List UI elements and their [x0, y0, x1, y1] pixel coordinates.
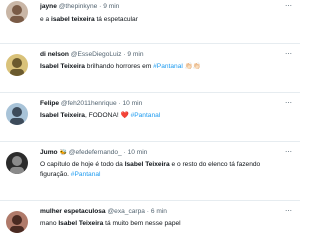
tweet-header: Jumo 🐝 @efedefernando_ · 10 min	[40, 148, 286, 158]
heart-icon: ❤️	[120, 112, 129, 119]
timestamp[interactable]: 9 min	[103, 3, 119, 10]
author-handle[interactable]: @efedefernando_	[69, 149, 122, 156]
tweet-text: mano Isabel Teixeira tá muito bem nesse …	[40, 220, 181, 227]
separator: ·	[123, 51, 126, 58]
clapping-icon: 👏🏻👏🏻	[184, 63, 202, 70]
hashtag-link[interactable]: #Pantanal	[131, 112, 161, 119]
tweet-text: Isabel Teixeira, FODONA! ❤️ #Pantanal	[40, 112, 161, 119]
ellipsis-icon[interactable]: ⋯	[285, 148, 292, 156]
author-handle[interactable]: @EsseDiegoLuiz	[71, 51, 122, 58]
ellipsis-icon[interactable]: ⋯	[285, 2, 292, 10]
avatar[interactable]	[6, 1, 28, 23]
avatar[interactable]	[6, 211, 28, 233]
avatar[interactable]	[6, 54, 28, 76]
tweet-header: mulher espetaculosa @exa_carpa · 6 min	[40, 207, 286, 216]
separator: ·	[118, 100, 121, 107]
timestamp[interactable]: 10 min	[123, 100, 143, 107]
tweet-header: Felipe @feh2011henrique · 10 min	[40, 99, 286, 108]
timestamp[interactable]: 10 min	[128, 149, 148, 156]
separator: ·	[146, 208, 149, 215]
ellipsis-icon[interactable]: ⋯	[285, 50, 292, 58]
timestamp[interactable]: 9 min	[127, 51, 143, 58]
author-handle[interactable]: @feh2011henrique	[61, 100, 117, 107]
tweet[interactable]: Jumo 🐝 @efedefernando_ · 10 min ⋯ O capí…	[0, 142, 300, 201]
tweet-header: jayne @thepinkyne · 9 min	[40, 2, 286, 11]
author-name[interactable]: jayne	[40, 3, 57, 10]
timestamp[interactable]: 6 min	[151, 208, 167, 215]
hashtag-link[interactable]: #Pantanal	[71, 171, 101, 178]
tweet-header: di nelson @EsseDiegoLuiz · 9 min	[40, 50, 286, 59]
author-handle[interactable]: @thepinkyne	[59, 3, 98, 10]
author-name[interactable]: di nelson	[40, 51, 69, 58]
bee-icon: 🐝	[59, 150, 67, 156]
author-handle[interactable]: @exa_carpa	[107, 208, 145, 215]
tweet[interactable]: mulher espetaculosa @exa_carpa · 6 min ⋯…	[0, 201, 300, 250]
ellipsis-icon[interactable]: ⋯	[285, 99, 292, 107]
avatar[interactable]	[6, 103, 28, 125]
hashtag-link[interactable]: #Pantanal	[153, 63, 183, 70]
tweet-feed: jayne @thepinkyne · 9 min ⋯ e a isabel t…	[0, 0, 300, 251]
tweet-text: O capítulo de hoje é todo da Isabel Teix…	[40, 161, 261, 178]
separator: ·	[99, 3, 102, 10]
author-name[interactable]: Felipe	[40, 100, 59, 107]
separator: ·	[123, 149, 126, 156]
tweet[interactable]: di nelson @EsseDiegoLuiz · 9 min ⋯ Isabe…	[0, 44, 300, 93]
tweet[interactable]: jayne @thepinkyne · 9 min ⋯ e a isabel t…	[0, 0, 300, 44]
author-name[interactable]: mulher espetaculosa	[40, 208, 106, 215]
tweet-text: e a isabel teixeira tá espetacular	[40, 16, 138, 23]
author-name[interactable]: Jumo	[40, 149, 58, 156]
tweet-text: Isabel Teixeira brilhando horrores em #P…	[40, 63, 202, 70]
avatar[interactable]	[6, 152, 28, 174]
tweet[interactable]: Felipe @feh2011henrique · 10 min ⋯ Isabe…	[0, 93, 300, 142]
ellipsis-icon[interactable]: ⋯	[285, 207, 292, 215]
